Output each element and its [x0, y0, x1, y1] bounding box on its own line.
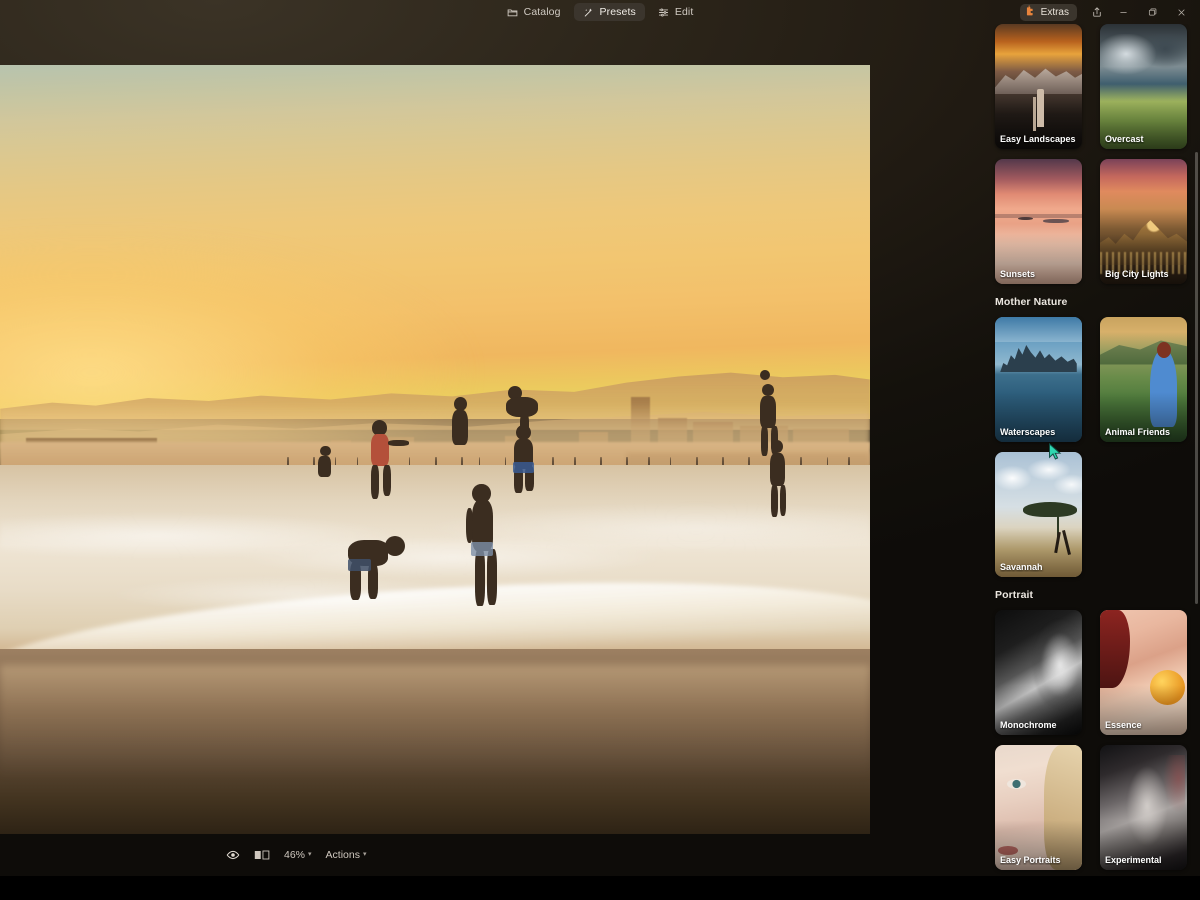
mouse-cursor — [1048, 442, 1062, 461]
tab-edit[interactable]: Edit — [649, 3, 703, 21]
presets-scrollbar[interactable] — [1195, 152, 1198, 604]
preset-card-overcast[interactable]: Overcast — [1100, 24, 1187, 149]
preset-card-label: Essence — [1105, 720, 1142, 730]
preset-card-label: Savannah — [1000, 562, 1043, 572]
tab-catalog[interactable]: Catalog — [498, 3, 570, 21]
preset-card-label: Easy Landscapes — [1000, 134, 1076, 144]
title-bar: Catalog Presets Edit Extras — [0, 0, 1200, 24]
preset-card-experimental[interactable]: Experimental — [1100, 745, 1187, 870]
folder-icon — [507, 7, 518, 18]
preset-card-label: Experimental — [1105, 855, 1162, 865]
preset-card-animal-friends[interactable]: Animal Friends — [1100, 317, 1187, 442]
chevron-down-icon: ▾ — [362, 851, 367, 858]
preset-card-label: Waterscapes — [1000, 427, 1056, 437]
canvas-toolbar: 46% ▾ Actions ▾ — [0, 834, 870, 876]
tab-edit-label: Edit — [674, 6, 694, 18]
tab-presets-label: Presets — [599, 6, 636, 18]
actions-label: Actions — [325, 849, 360, 861]
zoom-level-dropdown[interactable]: 46% ▾ — [284, 849, 312, 861]
close-icon[interactable] — [1167, 0, 1196, 24]
app-window: Catalog Presets Edit Extras 46% ▾ Action… — [0, 0, 1200, 900]
preset-grid-portrait: Monochrome Essence Easy Portraits Experi… — [995, 610, 1200, 870]
presets-panel[interactable]: Easy Landscapes Overcast Sunsets Big Cit… — [988, 24, 1200, 876]
preset-card-easy-landscapes[interactable]: Easy Landscapes — [995, 24, 1082, 149]
wet-sand-reflection — [0, 664, 870, 781]
preset-card-label: Overcast — [1105, 134, 1144, 144]
actions-dropdown[interactable]: Actions ▾ — [326, 849, 367, 861]
puzzle-piece-icon — [1025, 5, 1036, 19]
preset-card-essence[interactable]: Essence — [1100, 610, 1187, 735]
tab-presets[interactable]: Presets — [573, 3, 645, 21]
before-after-compare-button[interactable] — [254, 849, 270, 861]
preset-card-monochrome[interactable]: Monochrome — [995, 610, 1082, 735]
preset-card-big-city-lights[interactable]: Big City Lights — [1100, 159, 1187, 284]
extras-label: Extras — [1040, 6, 1069, 18]
chevron-down-icon: ▾ — [308, 851, 312, 858]
zoom-level-label: 46% — [284, 849, 306, 861]
preset-grid-mother-nature: Waterscapes Animal Friends Savannah — [995, 317, 1200, 577]
preview-toggle-button[interactable] — [226, 848, 240, 862]
section-title-mother-nature: Mother Nature — [995, 296, 1068, 308]
preset-card-sunsets[interactable]: Sunsets — [995, 159, 1082, 284]
preset-card-easy-portraits[interactable]: Easy Portraits — [995, 745, 1082, 870]
preset-card-waterscapes[interactable]: Waterscapes — [995, 317, 1082, 442]
sliders-icon — [658, 7, 669, 18]
tab-catalog-label: Catalog — [523, 6, 561, 18]
preset-card-savannah[interactable]: Savannah — [995, 452, 1082, 577]
preset-card-label: Big City Lights — [1105, 269, 1169, 279]
edited-photograph — [0, 65, 870, 834]
eye-icon — [226, 848, 240, 862]
mode-tab-group: Catalog Presets Edit — [498, 3, 703, 21]
preset-card-label: Animal Friends — [1105, 427, 1171, 437]
before-after-split-icon — [254, 849, 270, 861]
share-upload-icon[interactable] — [1085, 0, 1109, 24]
preset-card-label: Monochrome — [1000, 720, 1057, 730]
preset-grid-top: Easy Landscapes Overcast Sunsets Big Cit… — [995, 24, 1200, 284]
preset-card-label: Easy Portraits — [1000, 855, 1061, 865]
section-title-portrait: Portrait — [995, 589, 1034, 601]
maximize-restore-icon[interactable] — [1138, 0, 1167, 24]
extras-button[interactable]: Extras — [1019, 3, 1077, 21]
minimize-icon[interactable] — [1109, 0, 1138, 24]
image-canvas[interactable] — [0, 65, 870, 834]
preset-card-label: Sunsets — [1000, 269, 1036, 279]
bottom-black-bar — [0, 876, 1200, 900]
window-controls: Extras — [1019, 0, 1200, 24]
wand-sparkle-icon — [583, 7, 594, 18]
